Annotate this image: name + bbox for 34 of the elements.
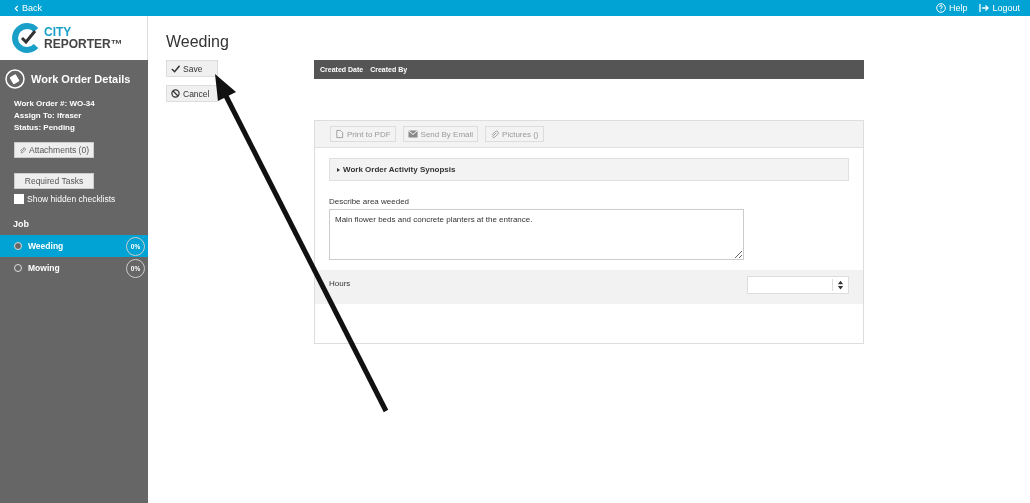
- cancel-button[interactable]: Cancel: [166, 85, 218, 102]
- synopsis-header[interactable]: Work Order Activity Synopsis: [329, 158, 849, 181]
- save-button[interactable]: Save: [166, 60, 218, 77]
- prohibited-icon: [171, 89, 180, 98]
- attachments-button[interactable]: Attachments (0): [14, 142, 94, 158]
- page-title: Weeding: [166, 33, 230, 52]
- section-heading: Job: [13, 219, 30, 229]
- detail-text: Work Order #: WO-34: [14, 98, 96, 110]
- field-label: Describe area weeded: [329, 197, 411, 206]
- paperclip-icon: [19, 145, 26, 155]
- chevron-left-icon: [14, 4, 19, 12]
- logo-text: CITY: [44, 26, 73, 38]
- logo-text: REPORTER™: [44, 38, 123, 50]
- detail-text: Assign To: ifraser: [14, 110, 83, 122]
- document-icon: [335, 129, 344, 139]
- back-link[interactable]: Back: [14, 3, 42, 13]
- field-label: Hours: [329, 279, 351, 288]
- checkbox-label: Show hidden checklists: [27, 194, 116, 204]
- help-icon: [935, 3, 946, 13]
- sidebar-title: Work Order Details: [31, 73, 131, 85]
- number-field[interactable]: [747, 276, 849, 294]
- checkbox[interactable]: [14, 194, 24, 204]
- logout-link[interactable]: Logout: [979, 3, 1020, 13]
- checkmark-icon: [171, 64, 180, 73]
- logout-icon: [979, 3, 990, 13]
- required-tasks-button[interactable]: Required Tasks: [14, 173, 94, 189]
- text-area[interactable]: Main flower beds and concrete planters at the entrance.: [329, 209, 744, 260]
- envelope-icon: [407, 130, 418, 138]
- triangle-icon: [337, 167, 340, 172]
- help-link[interactable]: Help: [935, 3, 968, 13]
- radio-dot-icon: [14, 264, 22, 272]
- detail-text: Status: Pending: [14, 122, 76, 134]
- paperclip-icon: [490, 129, 500, 139]
- radio-dot-icon: [14, 242, 22, 250]
